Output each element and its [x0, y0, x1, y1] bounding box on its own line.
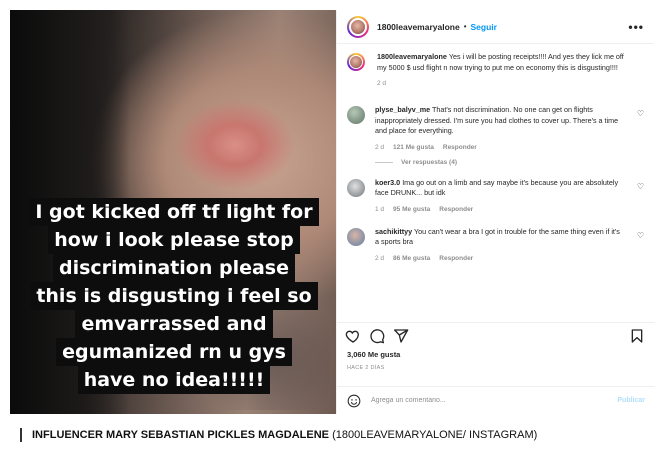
avatar[interactable] — [347, 15, 369, 38]
caption-line: egumanized rn u gys — [56, 338, 292, 366]
comments-list[interactable]: 1800leavemaryalone Yes i will be posting… — [337, 44, 654, 322]
caption-line: discrimination please — [52, 254, 296, 282]
avatar[interactable] — [347, 227, 365, 246]
avatar[interactable] — [347, 106, 365, 124]
reply-button[interactable]: Responder — [439, 206, 473, 213]
list-item: koer3.0 Ima go out on a limb and say may… — [347, 178, 644, 213]
bookmark-icon[interactable] — [629, 328, 645, 344]
comment-likes[interactable]: 121 Me gusta — [393, 144, 434, 151]
comment-likes[interactable]: 95 Me gusta — [393, 206, 430, 213]
heart-icon[interactable]: ♡ — [637, 109, 644, 118]
caption-line: have no idea!!!!! — [77, 366, 271, 394]
comment-time: 2 d — [377, 80, 387, 87]
comment-username[interactable]: plyse_balyv_me — [375, 105, 430, 114]
post-photo: I got kicked off tf light for how i look… — [10, 10, 336, 414]
more-options-icon[interactable]: ••• — [628, 20, 644, 34]
comment-text: Ima go out on a limb and say maybe it's … — [375, 177, 619, 198]
view-replies-label[interactable]: Ver respuestas (4) — [401, 159, 457, 166]
replies-divider — [375, 161, 393, 163]
reply-button[interactable]: Responder — [439, 255, 473, 262]
comment-text: You can't wear a bra I got in trouble fo… — [375, 226, 620, 247]
publish-button[interactable]: Publicar — [617, 397, 645, 404]
comment-time: 2 d — [375, 143, 385, 151]
caption-line: emvarrassed and — [75, 310, 273, 338]
comment-username[interactable]: 1800leavemaryalone — [377, 52, 447, 61]
avatar[interactable] — [347, 53, 365, 71]
header-username[interactable]: 1800leavemaryalone — [377, 22, 460, 32]
caption-comment: 1800leavemaryalone Yes i will be posting… — [347, 52, 644, 87]
view-replies-button[interactable]: Ver respuestas (4) — [375, 159, 644, 166]
avatar[interactable] — [347, 178, 365, 197]
emoji-icon[interactable] — [347, 394, 361, 408]
comment-likes[interactable]: 86 Me gusta — [393, 255, 430, 262]
header-separator: • — [463, 22, 467, 31]
credit-title: INFLUENCER MARY SEBASTIAN PICKLES MAGDAL… — [32, 429, 330, 441]
list-item: plyse_balyv_me That's not discrimination… — [347, 105, 644, 151]
post-timestamp: HACE 2 DÍAS — [347, 365, 385, 371]
caption-line: this is disgusting i feel so — [30, 282, 318, 310]
comment-input[interactable] — [371, 397, 591, 404]
share-icon[interactable] — [393, 328, 409, 344]
follow-button[interactable]: Seguir — [471, 22, 497, 32]
heart-icon[interactable]: ♡ — [637, 182, 644, 191]
add-comment-bar: Publicar — [337, 386, 655, 414]
post-actions-bar — [337, 322, 655, 348]
comment-username[interactable]: sachikittyy — [375, 227, 412, 236]
post-side-panel: 1800leavemaryalone • Seguir ••• 1800leav… — [336, 10, 655, 414]
credit-source: (1800LEAVEMARYALONE/ INSTAGRAM) — [329, 429, 538, 441]
reply-button[interactable]: Responder — [443, 144, 477, 151]
photo-caption-overlay: I got kicked off tf light for how i look… — [18, 198, 330, 394]
caption-line: I got kicked off tf light for — [29, 198, 319, 226]
post-header: 1800leavemaryalone • Seguir ••• — [337, 10, 654, 44]
image-credit: INFLUENCER MARY SEBASTIAN PICKLES MAGDAL… — [20, 428, 600, 442]
comment-icon[interactable] — [369, 328, 385, 344]
list-item: sachikittyy You can't wear a bra I got i… — [347, 227, 644, 262]
heart-icon[interactable]: ♡ — [637, 231, 644, 240]
comment-time: 1 d — [375, 205, 385, 213]
caption-line: how i look please stop — [48, 226, 300, 254]
comment-time: 2 d — [375, 254, 385, 262]
comment-username[interactable]: koer3.0 — [375, 178, 400, 187]
likes-count[interactable]: 3,060 Me gusta — [347, 350, 400, 359]
heart-icon[interactable] — [345, 328, 361, 344]
